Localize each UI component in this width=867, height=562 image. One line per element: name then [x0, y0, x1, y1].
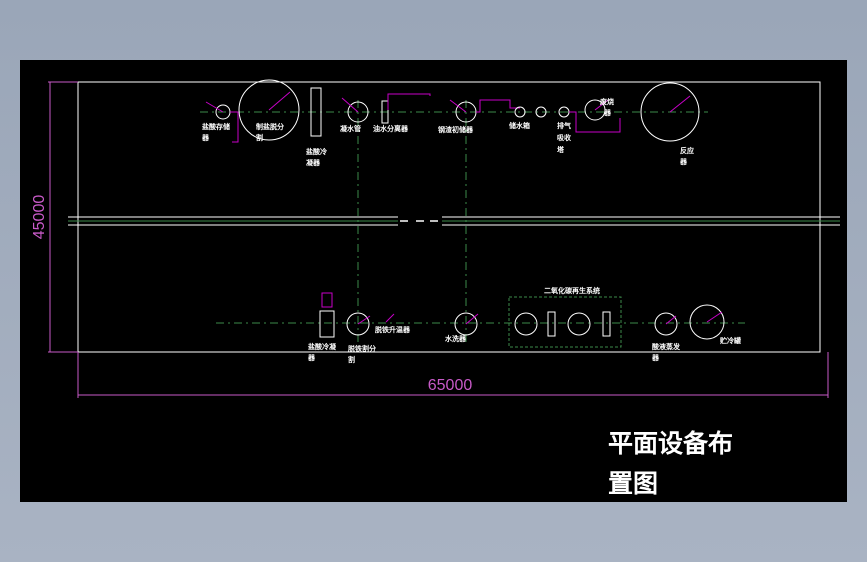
- co2-column-2: [602, 311, 611, 337]
- label-exhaust-3: 塔: [557, 145, 565, 154]
- leader-line: [385, 313, 395, 323]
- label-waste-burner: 废烧: [600, 97, 614, 106]
- label-reactor-2: 器: [679, 157, 688, 166]
- cad-viewport[interactable]: 45000 65000 盐酸存储 器 制盐脱分 割 盐酸冷 凝器 凝水管 油水分…: [20, 60, 847, 502]
- leader-line: [268, 91, 291, 111]
- pipe-segment: [230, 111, 239, 143]
- drawing-title-line-2: 置图: [608, 469, 658, 498]
- leader-line: [341, 97, 359, 113]
- condenser-pipe-box: [321, 292, 333, 308]
- label-reactor: 反应: [680, 146, 694, 155]
- label-exhaust: 排气: [557, 121, 571, 130]
- width-dimension-text: 65000: [428, 377, 473, 394]
- label-condenser-bottom-2: 器: [307, 353, 316, 362]
- floor-plan-drawing: 45000 65000 盐酸存储 器 制盐脱分 割 盐酸冷 凝器 凝水管 油水分…: [31, 79, 840, 498]
- label-condensate: 凝水管: [340, 124, 361, 133]
- label-iron-separator-2: 割: [348, 355, 355, 364]
- label-water-washer: 水洗器: [445, 334, 467, 343]
- label-waste-burner-2: 器: [603, 108, 612, 117]
- pipe-segment: [569, 111, 621, 133]
- label-cold-tank: 贮冷罐: [719, 336, 741, 345]
- co2-column-1: [547, 311, 556, 337]
- label-slag-storage: 钢渣初储器: [438, 125, 474, 134]
- co2-regeneration-system: [508, 296, 622, 348]
- label-condenser-bottom: 盐酸冷凝: [308, 342, 337, 351]
- label-hcl-storage: 盐酸存储: [202, 122, 230, 131]
- label-hcl-condenser: 盐酸冷: [306, 147, 327, 156]
- label-water-tank: 储水箱: [508, 121, 530, 130]
- label-oil-water: 油水分离器: [373, 124, 409, 133]
- drawing-title-line-1: 平面设备布: [608, 429, 733, 458]
- leader-line: [205, 101, 224, 113]
- label-co2-system: 二氧化碳再生系统: [544, 286, 600, 295]
- label-hcl-storage-2: 器: [201, 133, 210, 142]
- leader-line: [669, 95, 691, 113]
- label-salt-separator-2: 割: [256, 133, 263, 142]
- label-salt-separator: 制盐脱分: [256, 122, 284, 131]
- label-evaporator-2: 器: [651, 353, 660, 362]
- pipe-segment: [387, 93, 431, 110]
- label-hcl-condenser-2: 凝器: [306, 158, 321, 167]
- label-iron-heater: 脱铁升温器: [375, 325, 411, 334]
- height-dimension-text: 45000: [31, 195, 48, 240]
- label-exhaust-2: 吸收: [557, 133, 572, 142]
- leader-line: [706, 311, 723, 323]
- hcl-condenser-bottom: [319, 310, 335, 338]
- pipe-segment: [476, 99, 520, 113]
- label-evaporator: 酸液蒸发: [652, 342, 681, 351]
- co2-vessel-2: [567, 312, 591, 336]
- co2-vessel-1: [514, 312, 538, 336]
- label-iron-separator: 脱铁割分: [348, 344, 376, 353]
